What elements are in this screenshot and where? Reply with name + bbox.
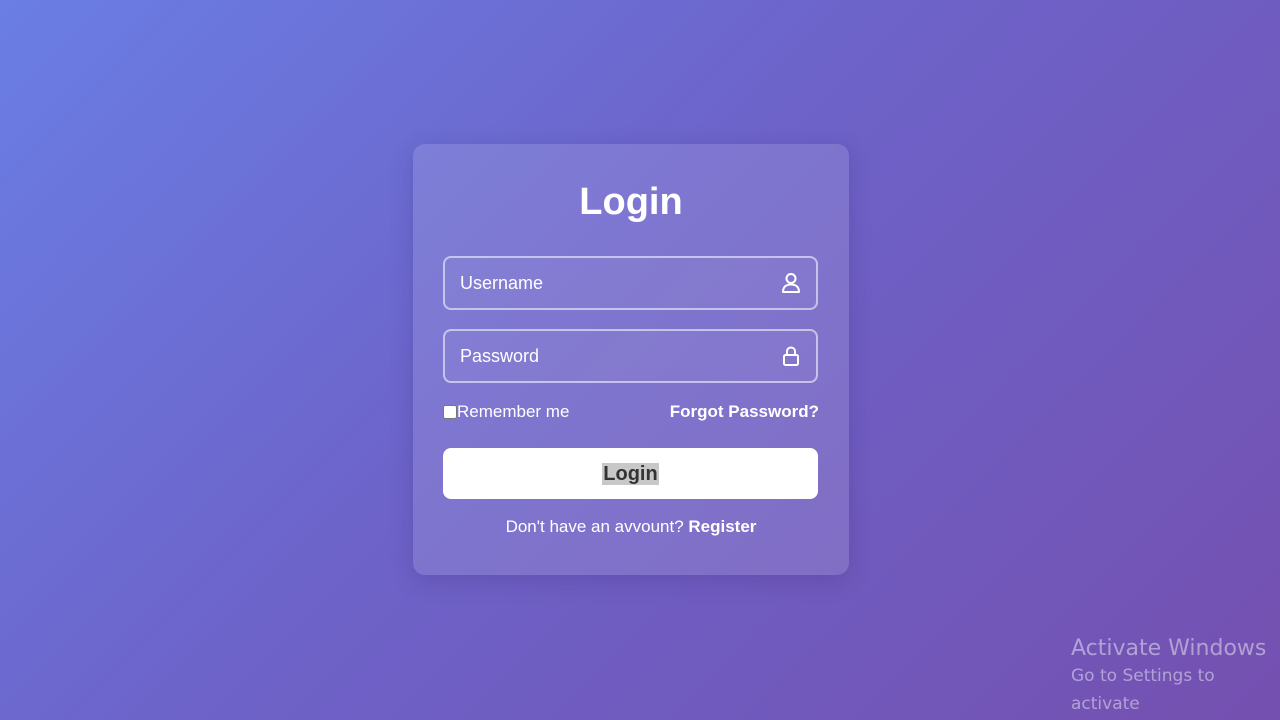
remember-me: Remember me [443,402,569,422]
password-input[interactable] [445,331,816,381]
login-card: Login Remember me Forgot Password? Login [413,144,849,575]
remember-me-checkbox[interactable] [443,405,457,419]
login-button-label: Login [602,462,659,485]
watermark-subtitle: Go to Settings to activate [1071,666,1215,714]
remember-me-label: Remember me [457,402,570,421]
page-title: Login [579,181,683,223]
user-icon [780,272,802,294]
login-options-row: Remember me Forgot Password? [443,400,819,424]
username-field-wrapper [443,256,818,310]
register-prompt: Don't have an avvount? Register [443,517,819,537]
lock-icon [780,345,802,367]
password-field-wrapper [443,329,818,383]
username-input[interactable] [445,258,816,308]
watermark-title: Activate Windows [1071,636,1267,661]
forgot-password-link[interactable]: Forgot Password? [670,402,819,422]
login-button[interactable]: Login [443,448,818,499]
windows-activation-watermark: Activate Windows Go to Settings to activ… [1071,636,1280,718]
register-link[interactable]: Register [688,517,756,536]
register-prompt-text: Don't have an avvount? [505,517,684,536]
